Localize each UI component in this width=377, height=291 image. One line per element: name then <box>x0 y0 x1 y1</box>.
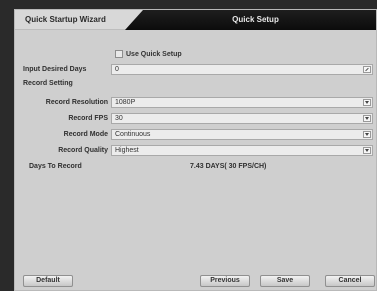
record-fps-select[interactable]: 30 <box>111 113 373 124</box>
record-fps-label: Record FPS <box>68 115 108 122</box>
record-quality-row: Record Quality Highest <box>15 145 376 157</box>
edit-icon <box>365 67 369 72</box>
chevron-down-icon <box>365 101 369 104</box>
record-resolution-dropdown[interactable] <box>363 99 371 106</box>
record-resolution-value: 1080P <box>115 99 136 106</box>
record-mode-value: Continuous <box>115 131 151 138</box>
use-quick-setup-checkbox[interactable] <box>115 50 123 58</box>
tab-quick-setup[interactable]: Quick Setup <box>125 10 376 30</box>
input-days-value: 0 <box>115 66 119 73</box>
use-quick-setup-row[interactable]: Use Quick Setup <box>115 50 182 58</box>
cancel-button[interactable]: Cancel <box>325 275 375 287</box>
record-quality-value: Highest <box>115 147 139 154</box>
save-button[interactable]: Save <box>260 275 310 287</box>
record-quality-dropdown[interactable] <box>363 147 371 154</box>
input-days-row: Input Desired Days 0 <box>15 64 376 76</box>
record-resolution-select[interactable]: 1080P <box>111 97 373 108</box>
record-mode-label: Record Mode <box>63 131 108 138</box>
previous-button[interactable]: Previous <box>200 275 250 287</box>
chevron-down-icon <box>365 133 369 136</box>
default-button[interactable]: Default <box>23 275 73 287</box>
record-mode-row: Record Mode Continuous <box>15 129 376 141</box>
record-resolution-row: Record Resolution 1080P <box>15 97 376 109</box>
record-quality-select[interactable]: Highest <box>111 145 373 156</box>
edit-button[interactable] <box>363 66 371 73</box>
record-fps-row: Record FPS 30 <box>15 113 376 125</box>
record-fps-value: 30 <box>115 115 123 122</box>
record-mode-select[interactable]: Continuous <box>111 129 373 140</box>
input-days-field[interactable]: 0 <box>111 64 373 75</box>
input-days-label: Input Desired Days <box>23 66 87 73</box>
quick-setup-window: Quick Startup Wizard Quick Setup Use Qui… <box>14 9 377 291</box>
days-to-record-row: Days To Record 7.43 DAYS( 30 FPS/CH) <box>15 161 376 173</box>
days-to-record-value: 7.43 DAYS( 30 FPS/CH) <box>190 163 267 170</box>
record-setting-heading: Record Setting <box>23 80 73 87</box>
use-quick-setup-label: Use Quick Setup <box>126 50 182 58</box>
days-to-record-label: Days To Record <box>29 163 82 170</box>
record-resolution-label: Record Resolution <box>45 99 108 106</box>
record-quality-label: Record Quality <box>58 147 108 154</box>
tab-quick-startup-wizard[interactable]: Quick Startup Wizard <box>15 10 143 30</box>
record-fps-dropdown[interactable] <box>363 115 371 122</box>
chevron-down-icon <box>365 117 369 120</box>
content-area: Use Quick Setup Input Desired Days 0 Rec… <box>15 30 376 290</box>
chevron-down-icon <box>365 149 369 152</box>
record-mode-dropdown[interactable] <box>363 131 371 138</box>
